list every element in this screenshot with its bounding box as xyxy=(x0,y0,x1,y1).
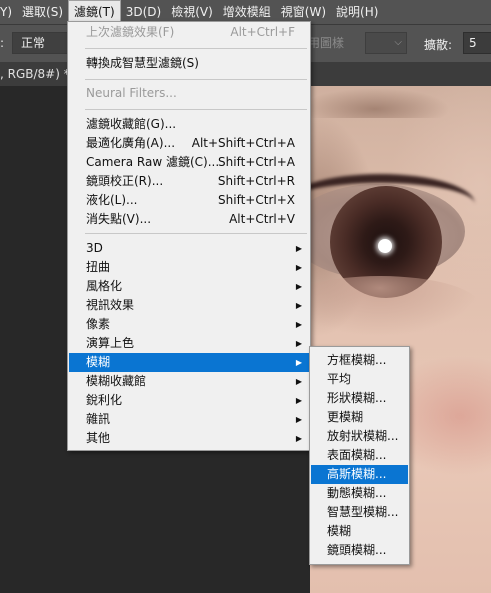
photo-eye-highlight xyxy=(378,239,392,253)
menu-item-label: 鏡頭校正(R)... xyxy=(86,174,164,188)
submenu-arrow-icon: ▶ xyxy=(295,415,302,424)
menu-item-label: Camera Raw 濾鏡(C)... xyxy=(86,155,220,169)
menu-item-render[interactable]: 演算上色 ▶ xyxy=(69,334,309,353)
menubar-item-select[interactable]: 選取(S) xyxy=(17,0,68,24)
menu-item-filter-gallery[interactable]: 濾鏡收藏館(G)... xyxy=(69,115,309,134)
menu-item-label: 視訊效果 xyxy=(86,298,135,312)
mode-label-colon: : xyxy=(0,36,5,50)
menu-item-lens-correction[interactable]: 鏡頭校正(R)... Shift+Ctrl+R xyxy=(69,172,309,191)
menu-separator xyxy=(85,109,307,110)
menu-item-label: 扭曲 xyxy=(86,260,111,274)
submenu-arrow-icon: ▶ xyxy=(295,358,302,367)
menu-item-shortcut: Shift+Ctrl+R xyxy=(217,174,295,188)
blend-mode-select[interactable]: 正常 xyxy=(12,32,70,54)
menu-item-other[interactable]: 其他 ▶ xyxy=(69,429,309,448)
menu-item-label: 上次濾鏡效果(F) xyxy=(86,25,175,39)
submenu-item-label: 智慧型模糊... xyxy=(327,505,399,519)
submenu-item-label: 高斯模糊... xyxy=(327,467,387,481)
submenu-item-label: 動態模糊... xyxy=(327,486,387,500)
menu-item-label: 最適化廣角(A)... xyxy=(86,136,176,150)
menu-item-noise[interactable]: 雜訊 ▶ xyxy=(69,410,309,429)
menu-item-label: 模糊收藏館 xyxy=(86,374,147,388)
menu-item-convert-smart-filters[interactable]: 轉換成智慧型濾鏡(S) xyxy=(69,54,309,73)
submenu-item-label: 平均 xyxy=(327,372,352,386)
photo-lower-lid xyxy=(310,276,480,336)
pattern-option-label[interactable]: 用圖樣 xyxy=(308,32,360,54)
submenu-item-average[interactable]: 平均 xyxy=(311,370,408,389)
menu-item-neural-filters[interactable]: Neural Filters... xyxy=(69,84,309,103)
submenu-item-surface-blur[interactable]: 表面模糊... xyxy=(311,446,408,465)
submenu-item-blur-more[interactable]: 更模糊 xyxy=(311,408,408,427)
submenu-item-label: 形狀模糊... xyxy=(327,391,387,405)
submenu-arrow-icon: ▶ xyxy=(295,434,302,443)
submenu-item-label: 表面模糊... xyxy=(327,448,387,462)
menubar-item-help[interactable]: 說明(H) xyxy=(331,0,383,24)
menu-item-shortcut: Alt+Ctrl+V xyxy=(229,212,295,226)
submenu-item-label: 方框模糊... xyxy=(327,353,387,367)
menu-item-label: 風格化 xyxy=(86,279,123,293)
menu-item-label: 銳利化 xyxy=(86,393,123,407)
menu-item-camera-raw[interactable]: Camera Raw 濾鏡(C)... Shift+Ctrl+A xyxy=(69,153,309,172)
menu-item-blur[interactable]: 模糊 ▶ xyxy=(69,353,309,372)
menu-item-distort[interactable]: 扭曲 ▶ xyxy=(69,258,309,277)
menu-item-last-filter[interactable]: 上次濾鏡效果(F) Alt+Ctrl+F xyxy=(69,23,309,42)
menu-item-stylize[interactable]: 風格化 ▶ xyxy=(69,277,309,296)
blur-submenu: 方框模糊... 平均 形狀模糊... 更模糊 放射狀模糊... 表面模糊... … xyxy=(309,346,410,565)
menu-item-label: 其他 xyxy=(86,431,111,445)
document-tab[interactable]: , RGB/8#) * xyxy=(0,62,70,86)
menu-item-label: 液化(L)... xyxy=(86,193,138,207)
menu-item-video[interactable]: 視訊效果 ▶ xyxy=(69,296,309,315)
menu-item-label: Neural Filters... xyxy=(86,86,177,100)
submenu-item-label: 放射狀模糊... xyxy=(327,429,399,443)
chevron-down-icon: ⌵ xyxy=(394,37,402,48)
submenu-arrow-icon: ▶ xyxy=(295,282,302,291)
submenu-arrow-icon: ▶ xyxy=(295,263,302,272)
menu-item-label: 雜訊 xyxy=(86,412,111,426)
menu-item-label: 消失點(V)... xyxy=(86,212,152,226)
menu-separator xyxy=(85,79,307,80)
menu-item-shortcut: Shift+Ctrl+A xyxy=(218,155,295,169)
submenu-item-lens-blur[interactable]: 鏡頭模糊... xyxy=(311,541,408,560)
submenu-arrow-icon: ▶ xyxy=(295,301,302,310)
submenu-item-label: 模糊 xyxy=(327,524,352,538)
menu-item-vanishing-point[interactable]: 消失點(V)... Alt+Ctrl+V xyxy=(69,210,309,229)
submenu-arrow-icon: ▶ xyxy=(295,339,302,348)
submenu-item-motion-blur[interactable]: 動態模糊... xyxy=(311,484,408,503)
menu-item-label: 模糊 xyxy=(86,355,111,369)
menu-item-label: 濾鏡收藏館(G)... xyxy=(86,117,177,131)
menu-separator xyxy=(85,48,307,49)
menu-item-liquify[interactable]: 液化(L)... Shift+Ctrl+X xyxy=(69,191,309,210)
menu-item-sharpen[interactable]: 銳利化 ▶ xyxy=(69,391,309,410)
menu-item-label: 像素 xyxy=(86,317,111,331)
menu-item-label: 3D xyxy=(86,241,103,255)
menu-separator xyxy=(85,233,307,234)
menu-item-label: 轉換成智慧型濾鏡(S) xyxy=(86,56,199,70)
menu-item-label: 演算上色 xyxy=(86,336,135,350)
filter-menu: 上次濾鏡效果(F) Alt+Ctrl+F 轉換成智慧型濾鏡(S) Neural … xyxy=(67,21,311,451)
submenu-item-gaussian-blur[interactable]: 高斯模糊... xyxy=(311,465,408,484)
submenu-arrow-icon: ▶ xyxy=(295,320,302,329)
menu-item-3d[interactable]: 3D ▶ xyxy=(69,239,309,258)
menu-item-shortcut: Alt+Ctrl+F xyxy=(230,25,295,39)
menubar-item-layer[interactable]: Y) xyxy=(0,0,17,24)
submenu-item-box-blur[interactable]: 方框模糊... xyxy=(311,351,408,370)
submenu-item-radial-blur[interactable]: 放射狀模糊... xyxy=(311,427,408,446)
submenu-arrow-icon: ▶ xyxy=(295,377,302,386)
submenu-item-label: 鏡頭模糊... xyxy=(327,543,387,557)
spread-input[interactable]: 5 xyxy=(463,32,491,54)
submenu-item-smart-blur[interactable]: 智慧型模糊... xyxy=(311,503,408,522)
menu-item-blur-gallery[interactable]: 模糊收藏館 ▶ xyxy=(69,372,309,391)
submenu-item-blur[interactable]: 模糊 xyxy=(311,522,408,541)
submenu-arrow-icon: ▶ xyxy=(295,244,302,253)
menu-item-adaptive-wide-angle[interactable]: 最適化廣角(A)... Alt+Shift+Ctrl+A xyxy=(69,134,309,153)
submenu-item-shape-blur[interactable]: 形狀模糊... xyxy=(311,389,408,408)
spread-label: 擴散: xyxy=(424,38,453,52)
menu-item-pixelate[interactable]: 像素 ▶ xyxy=(69,315,309,334)
pattern-dropdown[interactable]: ⌵ xyxy=(365,32,407,54)
menu-item-shortcut: Shift+Ctrl+X xyxy=(218,193,295,207)
submenu-item-label: 更模糊 xyxy=(327,410,364,424)
menu-item-shortcut: Alt+Shift+Ctrl+A xyxy=(191,136,295,150)
submenu-arrow-icon: ▶ xyxy=(295,396,302,405)
photo-eyebrow-shade xyxy=(310,88,450,118)
